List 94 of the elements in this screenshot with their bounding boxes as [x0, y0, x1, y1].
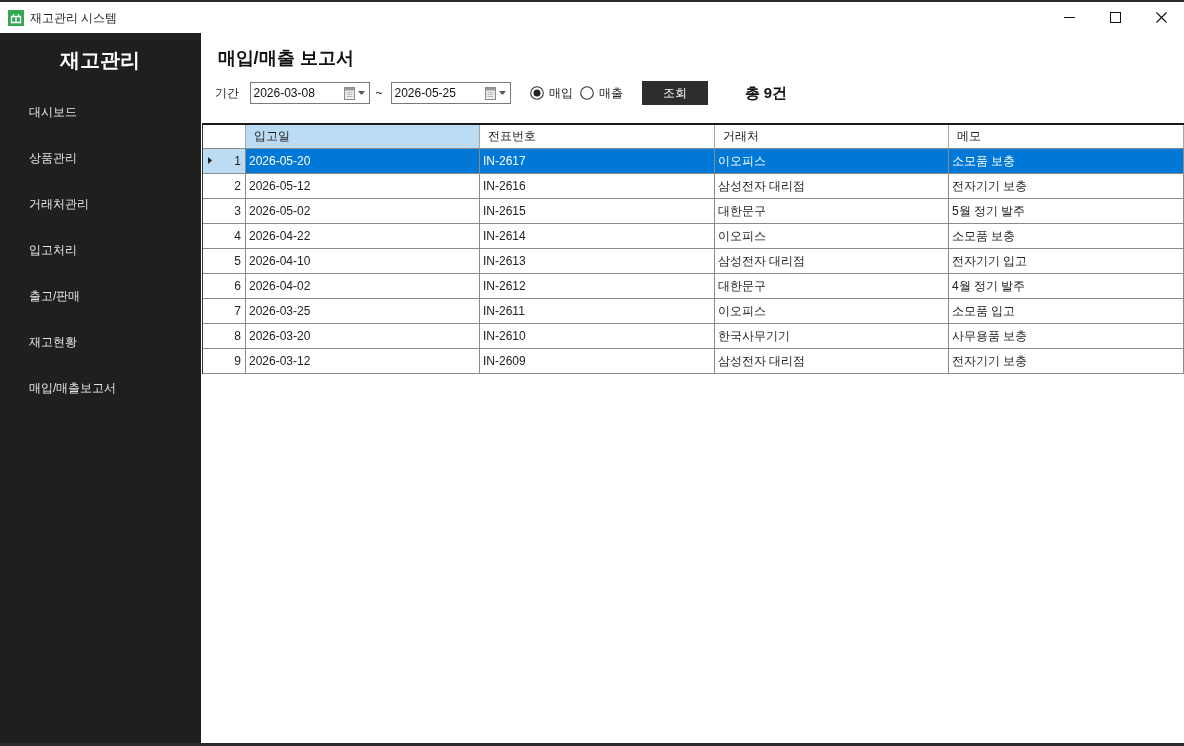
sidebar-item[interactable]: 매입/매출보고서	[0, 364, 201, 410]
row-number: 3	[234, 202, 241, 220]
table-cell: 2026-05-02	[245, 198, 480, 223]
sidebar-item[interactable]: 상품관리	[0, 134, 201, 180]
table-cell: IN-2613	[479, 248, 715, 273]
table-cell: IN-2616	[479, 173, 715, 198]
column-header[interactable]: 전표번호	[479, 125, 715, 148]
row-number: 8	[234, 327, 241, 345]
sidebar-item[interactable]: 입고처리	[0, 226, 201, 272]
table-row[interactable]: 4 2026-04-22 IN-2614 이오피스 소모품 보충	[202, 223, 1184, 248]
row-number: 4	[234, 227, 241, 245]
sidebar-item[interactable]: 재고현황	[0, 318, 201, 364]
row-number: 7	[234, 302, 241, 320]
table-cell: IN-2611	[479, 298, 715, 323]
search-button[interactable]: 조회	[641, 81, 708, 105]
sidebar-title: 재고관리	[59, 48, 142, 73]
table-row[interactable]: 9 2026-03-12 IN-2609 삼성전자 대리점 전자기기 보충	[202, 348, 1184, 373]
column-header[interactable]: 거래처	[714, 125, 949, 148]
table-cell: 이오피스	[714, 223, 949, 248]
table-row[interactable]: 8 2026-03-20 IN-2610 한국사무기기 사무용품 보충	[202, 323, 1184, 348]
table-row[interactable]: 5 2026-04-10 IN-2613 삼성전자 대리점 전자기기 입고	[202, 248, 1184, 273]
table-cell: 사무용품 보충	[948, 323, 1184, 348]
table-cell: 삼성전자 대리점	[714, 248, 949, 273]
table-cell: 2026-04-02	[245, 273, 480, 298]
table-cell: 2026-05-20	[245, 148, 480, 173]
table-cell: 한국사무기기	[714, 323, 949, 348]
table-row[interactable]: 2 2026-05-12 IN-2616 삼성전자 대리점 전자기기 보충	[202, 173, 1184, 198]
maximize-icon	[1109, 12, 1121, 23]
row-header[interactable]: 8	[202, 323, 246, 348]
row-number: 6	[234, 277, 241, 295]
table-cell: 2026-03-12	[245, 348, 480, 373]
table-row[interactable]: 3 2026-05-02 IN-2615 대한문구 5월 정기 발주	[202, 198, 1184, 223]
table-cell: IN-2612	[479, 273, 715, 298]
table-cell: 삼성전자 대리점	[714, 348, 949, 373]
table-cell: 2026-03-20	[245, 323, 480, 348]
table-cell: 이오피스	[714, 148, 949, 173]
row-number: 1	[234, 152, 241, 170]
minimize-icon	[1063, 17, 1075, 18]
table-cell: 전자기기 입고	[948, 248, 1184, 273]
table-cell: 2026-04-22	[245, 223, 480, 248]
sidebar-item[interactable]: 대시보드	[0, 88, 201, 134]
column-header[interactable]: 입고일	[245, 125, 480, 148]
table-cell: IN-2617	[479, 148, 715, 173]
table-cell: 2026-04-10	[245, 248, 480, 273]
caret-icon	[357, 91, 365, 95]
row-header[interactable]: 7	[202, 298, 246, 323]
sidebar-item[interactable]: 거래처관리	[0, 180, 201, 226]
row-number: 9	[234, 352, 241, 370]
radio-option[interactable]: 매입	[529, 84, 573, 102]
table-cell: 삼성전자 대리점	[714, 173, 949, 198]
row-header[interactable]: 2	[202, 173, 246, 198]
table-cell: IN-2609	[479, 348, 715, 373]
app-icon	[8, 9, 24, 26]
date-field[interactable]: 2026-05-25	[390, 82, 511, 104]
row-header[interactable]: 9	[202, 348, 246, 373]
calendar-icon	[343, 86, 355, 100]
table-cell: IN-2614	[479, 223, 715, 248]
row-number: 2	[234, 177, 241, 195]
calendar-icon	[484, 86, 496, 100]
close-icon	[1155, 12, 1167, 23]
table-cell: 대한문구	[714, 273, 949, 298]
table-row[interactable]: 7 2026-03-25 IN-2611 이오피스 소모품 입고	[202, 298, 1184, 323]
table-cell: 5월 정기 발주	[948, 198, 1184, 223]
table-cell: 대한문구	[714, 198, 949, 223]
row-header[interactable]: 4	[202, 223, 246, 248]
sidebar-item[interactable]: 출고/판매	[0, 272, 201, 318]
table-cell: 소모품 보충	[948, 223, 1184, 248]
table-cell: IN-2610	[479, 323, 715, 348]
row-header[interactable]: 6	[202, 273, 246, 298]
row-header[interactable]: 5	[202, 248, 246, 273]
table-cell: 소모품 보충	[948, 148, 1184, 173]
table-cell: IN-2615	[479, 198, 715, 223]
table-cell: 2026-03-25	[245, 298, 480, 323]
radio-option[interactable]: 매출	[579, 84, 623, 102]
table-row[interactable]: 6 2026-04-02 IN-2612 대한문구 4월 정기 발주	[202, 273, 1184, 298]
total-count: 총 9건	[744, 82, 788, 103]
column-header[interactable]: 메모	[948, 125, 1184, 148]
table-cell: 전자기기 보충	[948, 173, 1184, 198]
page-title: 매입/매출 보고서	[217, 47, 355, 70]
row-indicator-icon	[207, 157, 212, 164]
table-cell: 소모품 입고	[948, 298, 1184, 323]
table-row[interactable]: 1 2026-05-20 IN-2617 이오피스 소모품 보충	[202, 148, 1184, 173]
date-field[interactable]: 2026-03-08	[249, 82, 370, 104]
caret-icon	[498, 91, 506, 95]
table-cell: 4월 정기 발주	[948, 273, 1184, 298]
period-label: 기간	[214, 85, 239, 102]
row-number: 5	[234, 252, 241, 270]
window-title: 재고관리 시스템	[30, 9, 118, 27]
range-separator: ~	[375, 85, 383, 102]
row-header[interactable]: 3	[202, 198, 246, 223]
table-cell: 전자기기 보충	[948, 348, 1184, 373]
table-cell: 이오피스	[714, 298, 949, 323]
table-cell: 2026-05-12	[245, 173, 480, 198]
row-header[interactable]: 1	[202, 148, 246, 173]
